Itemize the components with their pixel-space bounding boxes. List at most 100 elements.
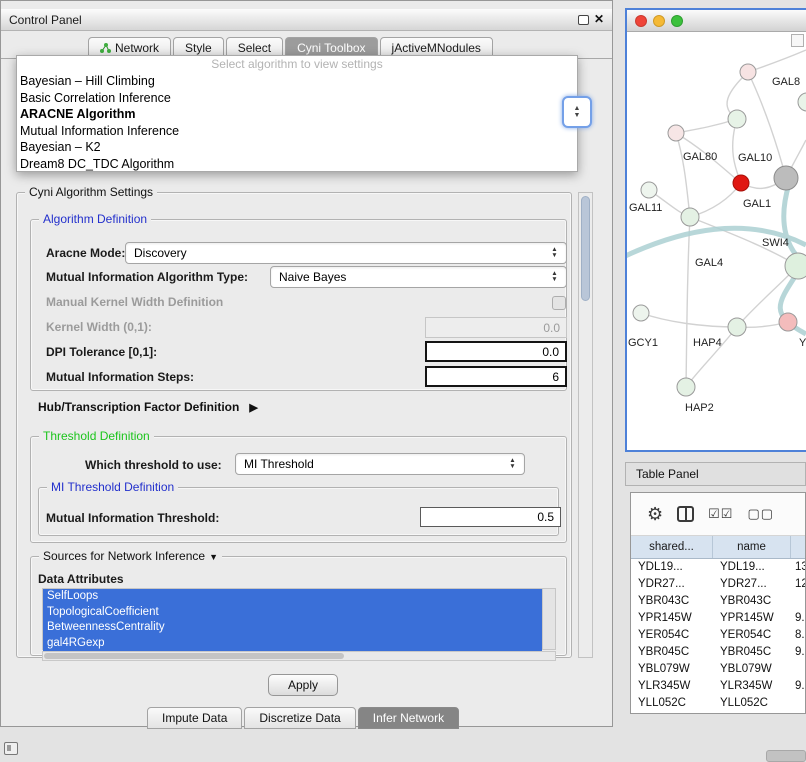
node-label[interactable]: GAL1 — [743, 198, 771, 210]
algorithm-option[interactable]: ARACNE Algorithm — [17, 106, 577, 123]
algorithm-option[interactable]: Dream8 DC_TDC Algorithm — [17, 156, 577, 173]
node-label[interactable]: SWI4 — [762, 237, 789, 249]
kernel-width-field[interactable]: 0.0 — [425, 317, 567, 338]
expand-right-icon: ▶ — [249, 402, 257, 414]
table-row[interactable]: YLL052CYLL052C — [631, 695, 805, 712]
table-cell: YBL079W — [631, 661, 713, 678]
node-label[interactable]: GAL80 — [683, 151, 717, 163]
data-attribute-item[interactable]: BetweennessCentrality — [43, 620, 542, 636]
table-row[interactable]: YBL079WYBL079W — [631, 661, 805, 678]
node-label[interactable]: HAP2 — [685, 402, 714, 414]
table-row[interactable]: YBR043CYBR043C — [631, 593, 805, 610]
stepper-icon: ▲▼ — [547, 247, 562, 259]
table-cell: 13 — [791, 559, 805, 576]
data-attribute-item[interactable]: gal4RGexp — [43, 636, 542, 652]
table-row[interactable]: YLR345WYLR345W9. — [631, 678, 805, 695]
mi-steps-field[interactable]: 6 — [425, 366, 567, 387]
canvas-scroll-button[interactable] — [791, 34, 804, 47]
table-cell: 9. — [791, 678, 805, 695]
node-label[interactable]: Y — [799, 337, 806, 349]
tab-label: jActiveMNodules — [392, 41, 481, 55]
dropdown-placeholder: Select algorithm to view settings — [17, 56, 577, 73]
data-attribute-item[interactable]: SelfLoops — [43, 589, 542, 605]
select-all-icon[interactable]: ☑☑ — [708, 506, 733, 522]
tab-infer-network[interactable]: Infer Network — [358, 707, 459, 729]
node-label[interactable]: HAP4 — [693, 337, 722, 349]
control-panel-titlebar[interactable]: Control Panel ✕ — [1, 9, 612, 31]
list-hscrollbar[interactable] — [42, 651, 556, 661]
network-window-titlebar[interactable] — [627, 10, 806, 32]
network-icon — [100, 43, 111, 54]
tab-label: Network — [115, 41, 159, 55]
panel-toggle-icon[interactable] — [4, 742, 18, 755]
table-header-row: shared... name — [631, 536, 805, 559]
data-attributes-list[interactable]: SelfLoopsTopologicalCoefficientBetweenne… — [42, 588, 556, 650]
table-cell: YDR27... — [713, 576, 791, 593]
tab-impute-data[interactable]: Impute Data — [147, 707, 242, 729]
network-node — [668, 125, 684, 141]
sources-expander[interactable]: Sources for Network Inference▼ — [39, 549, 222, 563]
close-traffic-light[interactable] — [635, 15, 647, 27]
data-attribute-item[interactable]: TopologicalCoefficient — [43, 605, 542, 621]
deselect-all-icon[interactable]: ▢▢ — [747, 506, 774, 522]
algorithm-option[interactable]: Bayesian – Hill Climbing — [17, 73, 577, 90]
table-cell: YBR045C — [713, 644, 791, 661]
mi-threshold-field[interactable]: 0.5 — [420, 507, 561, 527]
table-cell: YBR043C — [713, 593, 791, 610]
scrollbar-thumb[interactable] — [44, 653, 344, 659]
settings-scrollbar[interactable] — [578, 192, 593, 658]
node-label[interactable]: GAL8 — [772, 76, 800, 88]
mi-type-select[interactable]: Naive Bayes ▲▼ — [270, 266, 567, 288]
tab-discretize-data[interactable]: Discretize Data — [244, 707, 355, 729]
minimize-traffic-light[interactable] — [653, 15, 665, 27]
column-header[interactable]: shared... — [631, 536, 713, 558]
table-row[interactable]: YBR045CYBR045C9. — [631, 644, 805, 661]
network-node — [681, 208, 699, 226]
aracne-mode-select[interactable]: Discovery ▲▼ — [125, 242, 567, 264]
group-title: Threshold Definition — [39, 429, 154, 443]
network-node — [779, 313, 797, 331]
scrollbar-thumb[interactable] — [581, 196, 590, 301]
algorithm-option[interactable]: Bayesian – K2 — [17, 139, 577, 156]
table-body: YDL19...YDL19...13YDR27...YDR27...12YBR0… — [631, 559, 805, 712]
network-node — [633, 305, 649, 321]
table-row[interactable]: YDR27...YDR27...12 — [631, 576, 805, 593]
resize-grip[interactable] — [766, 750, 806, 762]
node-label[interactable]: GAL10 — [738, 152, 772, 164]
kernel-width-label: Kernel Width (0,1): — [46, 320, 152, 334]
manual-kernel-checkbox[interactable] — [552, 296, 566, 310]
table-cell: YDL19... — [631, 559, 713, 576]
arrow-up-icon: ▲ — [574, 105, 581, 112]
combo-stepper-focused[interactable]: ▲ ▼ — [562, 96, 592, 128]
close-icon[interactable]: ✕ — [594, 12, 604, 26]
arrow-down-icon: ▼ — [574, 112, 581, 119]
collapse-down-icon: ▼ — [209, 552, 218, 562]
table-row[interactable]: YER054CYER054C8. — [631, 627, 805, 644]
hub-definition-expander[interactable]: Hub/Transcription Factor Definition▶ — [38, 400, 258, 414]
gear-icon[interactable]: ⚙ — [647, 504, 663, 525]
node-label[interactable]: GCY1 — [628, 337, 658, 349]
table-cell: YBR043C — [631, 593, 713, 610]
node-label[interactable]: GAL11 — [629, 202, 662, 214]
algorithm-option[interactable]: Mutual Information Inference — [17, 123, 577, 140]
float-window-icon[interactable] — [578, 15, 589, 25]
table-cell: YBL079W — [713, 661, 791, 678]
zoom-traffic-light[interactable] — [671, 15, 683, 27]
table-row[interactable]: YDL19...YDL19...13 — [631, 559, 805, 576]
network-canvas[interactable]: GAL8 GAL80 GAL10 GAL11 GAL1 SWI4 GAL4 GC… — [627, 32, 806, 450]
apply-button[interactable]: Apply — [268, 674, 338, 696]
algorithm-option[interactable]: Basic Correlation Inference — [17, 90, 577, 107]
table-cell: YDR27... — [631, 576, 713, 593]
dpi-tolerance-field[interactable]: 0.0 — [425, 341, 567, 362]
node-label[interactable]: GAL4 — [695, 257, 723, 269]
table-toolbar: ⚙ ☑☑ ▢▢ — [631, 493, 805, 536]
list-scrollbar[interactable] — [542, 589, 555, 649]
group-title: MI Threshold Definition — [47, 480, 178, 494]
table-cell: YLL052C — [631, 695, 713, 712]
column-header[interactable]: name — [713, 536, 791, 558]
table-panel-header: Table Panel — [625, 462, 806, 486]
which-threshold-select[interactable]: MI Threshold ▲▼ — [235, 453, 525, 475]
table-cell: YER054C — [713, 627, 791, 644]
table-row[interactable]: YPR145WYPR145W9. — [631, 610, 805, 627]
columns-icon[interactable] — [677, 506, 694, 522]
